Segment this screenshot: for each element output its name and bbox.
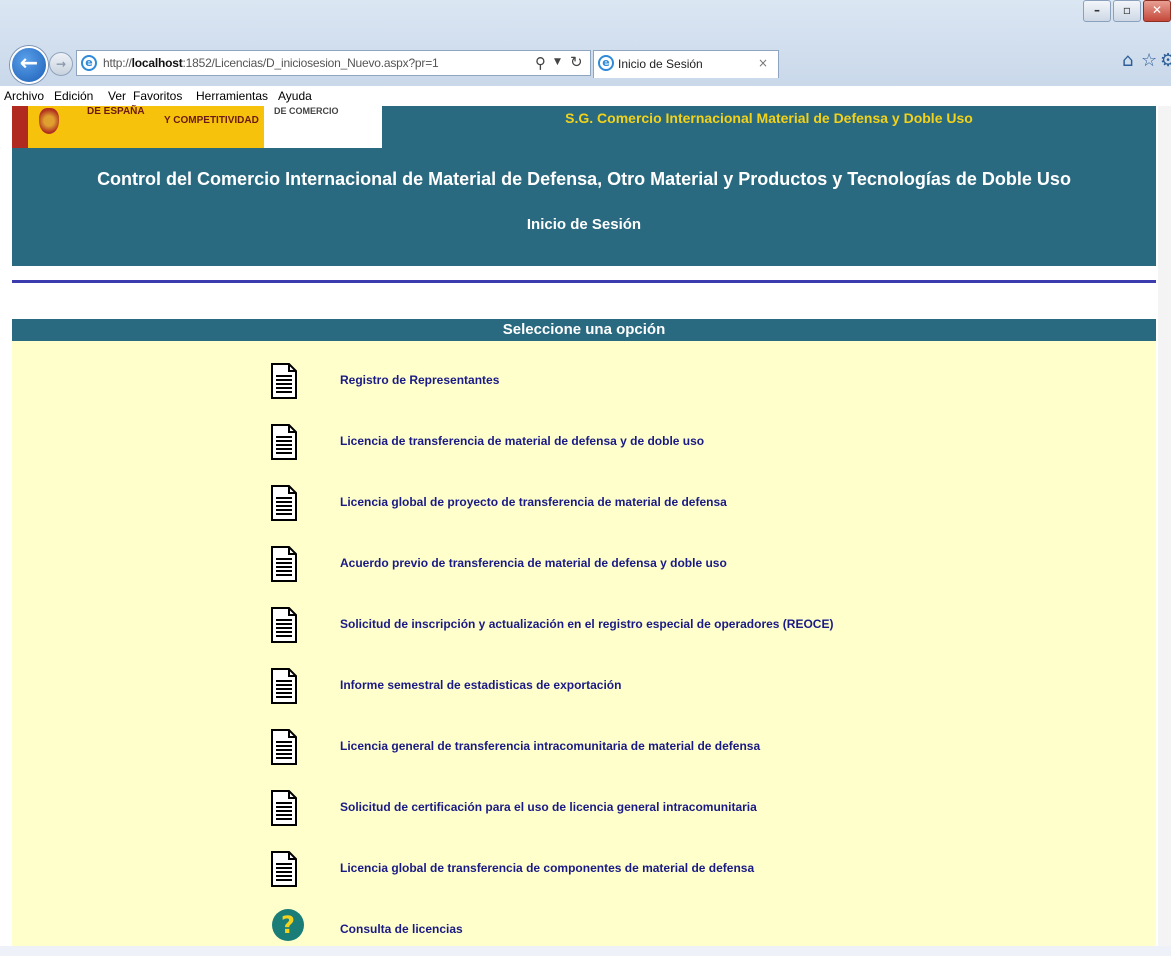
favorites-star-icon[interactable]: ☆ bbox=[1141, 50, 1157, 71]
chevron-down-icon[interactable]: ▼ bbox=[554, 57, 561, 67]
options-panel: Registro de Representantes Licencia de t… bbox=[12, 341, 1156, 946]
document-icon[interactable] bbox=[271, 851, 297, 887]
option-solicitud-certificacion[interactable]: Solicitud de certificación para el uso d… bbox=[12, 789, 1156, 850]
gear-icon[interactable]: ⚙ bbox=[1160, 50, 1171, 71]
option-licencia-global-proyecto[interactable]: Licencia global de proyecto de transfere… bbox=[12, 484, 1156, 545]
address-url: http://localhost:1852/Licencias/D_inicio… bbox=[103, 56, 439, 70]
option-informe-semestral[interactable]: Informe semestral de estadisticas de exp… bbox=[12, 667, 1156, 728]
menu-item-favoritos[interactable]: Favoritos bbox=[133, 89, 182, 103]
menu-item-edicion[interactable]: Edición bbox=[54, 89, 93, 103]
option-licencia-transferencia[interactable]: Licencia de transferencia de material de… bbox=[12, 423, 1156, 484]
menu-item-ver[interactable]: Ver bbox=[108, 89, 126, 103]
document-icon[interactable] bbox=[271, 607, 297, 643]
menu-bar: Archivo Edición Ver Favoritos Herramient… bbox=[0, 86, 1171, 106]
option-link[interactable]: Licencia general de transferencia intrac… bbox=[340, 739, 760, 753]
tab-close-icon[interactable]: × bbox=[758, 56, 768, 70]
help-icon[interactable]: ? bbox=[272, 909, 304, 941]
document-icon[interactable] bbox=[271, 790, 297, 826]
page-header: DE ESPAÑA Y COMPETITIVIDAD DE COMERCIO S… bbox=[12, 106, 1156, 266]
forward-button[interactable]: → bbox=[49, 52, 73, 76]
option-link[interactable]: Acuerdo previo de transferencia de mater… bbox=[340, 556, 727, 570]
option-acuerdo-previo[interactable]: Acuerdo previo de transferencia de mater… bbox=[12, 545, 1156, 606]
option-link[interactable]: Informe semestral de estadisticas de exp… bbox=[340, 678, 621, 692]
option-link[interactable]: Consulta de licencias bbox=[340, 922, 463, 936]
ministry-logo bbox=[28, 106, 280, 148]
document-icon[interactable] bbox=[271, 485, 297, 521]
bottom-strip bbox=[0, 946, 1171, 956]
logo-text-competitividad: Y COMPETITIVIDAD bbox=[164, 115, 259, 126]
minimize-button[interactable]: – bbox=[1083, 0, 1111, 22]
option-link[interactable]: Solicitud de inscripción y actualización… bbox=[340, 617, 833, 631]
home-icon[interactable]: ⌂ bbox=[1122, 50, 1133, 71]
window-controls: – ▫ ✕ bbox=[1083, 0, 1171, 22]
option-link[interactable]: Licencia global de transferencia de comp… bbox=[340, 861, 754, 875]
tab-ie-icon: e bbox=[598, 55, 614, 71]
option-licencia-general-intracomunitaria[interactable]: Licencia general de transferencia intrac… bbox=[12, 728, 1156, 789]
address-bar[interactable]: e http://localhost:1852/Licencias/D_inic… bbox=[76, 50, 591, 76]
tab-title: Inicio de Sesión bbox=[618, 57, 703, 71]
sg-title: S.G. Comercio Internacional Material de … bbox=[565, 110, 973, 126]
option-licencia-global-componentes[interactable]: Licencia global de transferencia de comp… bbox=[12, 850, 1156, 911]
menu-item-herramientas[interactable]: Herramientas bbox=[196, 89, 268, 103]
document-icon[interactable] bbox=[271, 546, 297, 582]
option-link[interactable]: Licencia global de proyecto de transfere… bbox=[340, 495, 727, 509]
back-button[interactable]: ← bbox=[10, 46, 48, 84]
option-link[interactable]: Registro de Representantes bbox=[340, 373, 499, 387]
vertical-scrollbar[interactable] bbox=[1158, 106, 1171, 946]
option-link[interactable]: Solicitud de certificación para el uso d… bbox=[340, 800, 757, 814]
logo-text-espana: DE ESPAÑA bbox=[87, 106, 145, 117]
document-icon[interactable] bbox=[271, 668, 297, 704]
menu-item-ayuda[interactable]: Ayuda bbox=[278, 89, 312, 103]
option-registro-representantes[interactable]: Registro de Representantes bbox=[12, 362, 1156, 423]
logo-flag-stripe bbox=[12, 106, 28, 148]
close-window-button[interactable]: ✕ bbox=[1143, 0, 1171, 22]
document-icon[interactable] bbox=[271, 424, 297, 460]
refresh-icon[interactable]: ↻ bbox=[570, 53, 583, 71]
browser-tab[interactable]: e Inicio de Sesión × bbox=[593, 50, 779, 78]
search-icon[interactable]: ⚲ bbox=[535, 54, 546, 72]
document-icon[interactable] bbox=[271, 363, 297, 399]
menu-item-archivo[interactable]: Archivo bbox=[4, 89, 44, 103]
ie-page-icon: e bbox=[81, 55, 97, 71]
spain-crest-icon bbox=[39, 108, 59, 134]
option-link[interactable]: Licencia de transferencia de material de… bbox=[340, 434, 704, 448]
options-panel-title: Seleccione una opción bbox=[12, 319, 1156, 341]
option-consulta-licencias[interactable]: ? Consulta de licencias bbox=[12, 909, 1156, 972]
page-title: Control del Comercio Internacional de Ma… bbox=[97, 169, 1071, 189]
divider bbox=[12, 280, 1156, 283]
logo-text-comercio: DE COMERCIO bbox=[274, 106, 339, 116]
browser-titlebar: – ▫ ✕ ← → e http://localhost:1852/Licenc… bbox=[0, 0, 1171, 86]
maximize-button[interactable]: ▫ bbox=[1113, 0, 1141, 22]
page-subtitle: Inicio de Sesión bbox=[526, 216, 642, 233]
document-icon[interactable] bbox=[271, 729, 297, 765]
option-solicitud-inscripcion-reoce[interactable]: Solicitud de inscripción y actualización… bbox=[12, 606, 1156, 667]
